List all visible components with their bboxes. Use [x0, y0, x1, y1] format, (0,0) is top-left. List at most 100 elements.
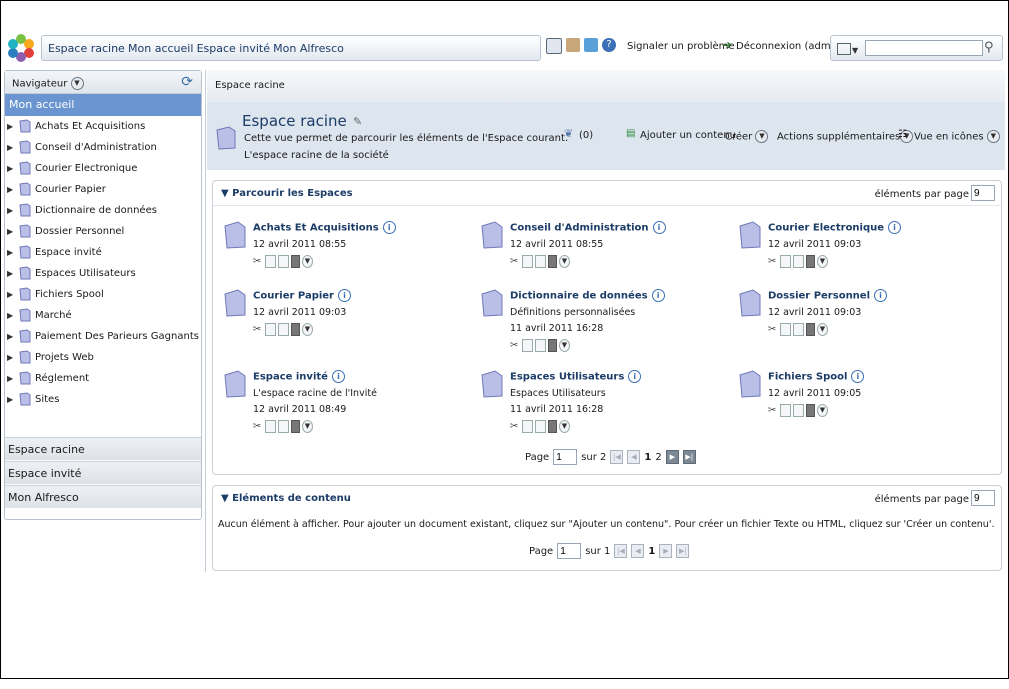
- sidebar-item[interactable]: ▶ Courier Papier: [5, 179, 201, 200]
- expand-arrow-icon[interactable]: ▶: [7, 290, 13, 299]
- info-icon[interactable]: i: [338, 289, 351, 302]
- expand-arrow-icon[interactable]: ▶: [7, 227, 13, 236]
- space-folder-icon[interactable]: [480, 370, 504, 398]
- copy-icon[interactable]: [522, 339, 533, 352]
- delete-icon[interactable]: [806, 323, 815, 336]
- cut-icon[interactable]: ✂: [510, 256, 520, 268]
- expand-arrow-icon[interactable]: ▶: [7, 332, 13, 341]
- details-icon[interactable]: [793, 255, 804, 268]
- content-items-title[interactable]: Eléments de contenu: [232, 493, 351, 504]
- sidebar-item[interactable]: ▶ Achats Et Acquisitions: [5, 116, 201, 137]
- copy-icon[interactable]: [265, 323, 276, 336]
- user-profile-icon[interactable]: [566, 38, 580, 52]
- search-options-icon[interactable]: [837, 43, 851, 55]
- nav-link-home[interactable]: Mon accueil: [128, 42, 193, 55]
- pager-input[interactable]: [553, 449, 578, 465]
- navigator-menu-icon[interactable]: ▼: [70, 77, 84, 90]
- search-icon[interactable]: ⚲: [984, 40, 994, 55]
- space-folder-icon[interactable]: [480, 289, 504, 317]
- alfresco-logo[interactable]: [6, 33, 36, 63]
- info-icon[interactable]: i: [874, 289, 888, 302]
- delete-icon[interactable]: [806, 255, 815, 268]
- refresh-icon[interactable]: ⟳: [181, 74, 193, 90]
- nav-link-my-alfresco[interactable]: Mon Alfresco: [273, 42, 344, 55]
- cut-icon[interactable]: ✂: [768, 256, 778, 268]
- sidebar-item[interactable]: ▶ Sites: [5, 389, 201, 410]
- logout-link[interactable]: Déconnexion (admin): [736, 41, 844, 52]
- copy-icon[interactable]: [780, 255, 791, 268]
- expand-arrow-icon[interactable]: ▶: [7, 122, 13, 131]
- more-actions-icon[interactable]: ▼: [817, 255, 828, 268]
- logout-icon[interactable]: ➔: [722, 38, 732, 52]
- chevron-down-icon[interactable]: ▼: [852, 46, 858, 55]
- space-folder-icon[interactable]: [738, 370, 762, 398]
- more-actions-icon[interactable]: ▼: [559, 255, 570, 268]
- more-actions-icon[interactable]: ▼: [559, 420, 570, 433]
- expand-arrow-icon[interactable]: ▶: [7, 185, 13, 194]
- space-name-link[interactable]: Espaces Utilisateurs: [510, 372, 624, 383]
- sidebar-active-home[interactable]: Mon accueil: [5, 94, 201, 116]
- cut-icon[interactable]: ✂: [253, 421, 263, 433]
- sidebar-item[interactable]: ▶ Marché: [5, 305, 201, 326]
- details-icon[interactable]: [535, 339, 546, 352]
- sidebar-item[interactable]: ▶ Courier Electronique: [5, 158, 201, 179]
- sidebar-item[interactable]: ▶ Projets Web: [5, 347, 201, 368]
- admin-console-icon[interactable]: [546, 38, 562, 54]
- cut-icon[interactable]: ✂: [510, 340, 520, 352]
- sidebar-item[interactable]: ▶ Paiement Des Parieurs Gagnants: [5, 326, 201, 347]
- space-name-link[interactable]: Dictionnaire de données: [510, 291, 648, 302]
- create-menu-icon[interactable]: ▼: [755, 130, 769, 143]
- cut-icon[interactable]: ✂: [253, 324, 263, 336]
- space-folder-icon[interactable]: [223, 289, 247, 317]
- space-folder-icon[interactable]: [738, 221, 762, 249]
- delete-icon[interactable]: [806, 404, 815, 417]
- browse-spaces-title[interactable]: Parcourir les Espaces: [232, 188, 352, 199]
- page-1-link[interactable]: 1: [644, 452, 651, 463]
- sidebar-item[interactable]: ▶ Fichiers Spool: [5, 284, 201, 305]
- add-content-icon[interactable]: ▤: [626, 128, 635, 139]
- expand-arrow-icon[interactable]: ▶: [7, 374, 13, 383]
- delete-icon[interactable]: [291, 323, 300, 336]
- nav-link-root[interactable]: Espace racine: [48, 42, 125, 55]
- per-page-input[interactable]: [971, 490, 995, 506]
- info-icon[interactable]: i: [628, 370, 642, 383]
- create-menu[interactable]: Créer: [725, 132, 752, 143]
- add-content-link[interactable]: Ajouter un contenu: [640, 130, 736, 141]
- details-icon[interactable]: [535, 420, 546, 433]
- delete-icon[interactable]: [548, 255, 557, 268]
- expand-arrow-icon[interactable]: ▶: [7, 164, 13, 173]
- expand-arrow-icon[interactable]: ▶: [7, 353, 13, 362]
- clipboard-icon[interactable]: ❦: [564, 127, 573, 140]
- cut-icon[interactable]: ✂: [510, 421, 520, 433]
- pager-input[interactable]: [557, 543, 582, 559]
- expand-arrow-icon[interactable]: ▶: [7, 206, 13, 215]
- copy-icon[interactable]: [265, 255, 276, 268]
- expand-arrow-icon[interactable]: ▶: [7, 248, 13, 257]
- nav-link-guest[interactable]: Espace invité: [197, 42, 270, 55]
- view-icon[interactable]: ☷: [898, 129, 907, 140]
- copy-icon[interactable]: [522, 255, 533, 268]
- info-icon[interactable]: i: [651, 289, 665, 302]
- prev-page-icon[interactable]: ◀: [627, 450, 641, 464]
- last-page-icon[interactable]: ▶|: [682, 450, 696, 464]
- delete-icon[interactable]: [291, 255, 300, 268]
- first-page-icon[interactable]: |◀: [614, 544, 628, 558]
- sidebar-section-root[interactable]: Espace racine: [5, 437, 201, 460]
- expand-arrow-icon[interactable]: ▶: [7, 311, 13, 320]
- info-icon[interactable]: i: [652, 221, 666, 234]
- prev-page-icon[interactable]: ◀: [631, 544, 645, 558]
- cut-icon[interactable]: ✂: [768, 405, 778, 417]
- expand-arrow-icon[interactable]: ▶: [7, 269, 13, 278]
- space-folder-icon[interactable]: [738, 289, 762, 317]
- space-name-link[interactable]: Courier Papier: [253, 291, 334, 302]
- more-actions-icon[interactable]: ▼: [302, 323, 313, 336]
- expand-arrow-icon[interactable]: ▶: [7, 143, 13, 152]
- details-icon[interactable]: [535, 255, 546, 268]
- copy-icon[interactable]: [265, 420, 276, 433]
- sidebar-section-my-alfresco[interactable]: Mon Alfresco: [5, 485, 201, 508]
- next-page-icon[interactable]: ▶: [659, 544, 673, 558]
- sidebar-item[interactable]: ▶ Espaces Utilisateurs: [5, 263, 201, 284]
- sidebar-item[interactable]: ▶ Dossier Personnel: [5, 221, 201, 242]
- page-1-link[interactable]: 1: [648, 546, 655, 557]
- sidebar-item[interactable]: ▶ Dictionnaire de données: [5, 200, 201, 221]
